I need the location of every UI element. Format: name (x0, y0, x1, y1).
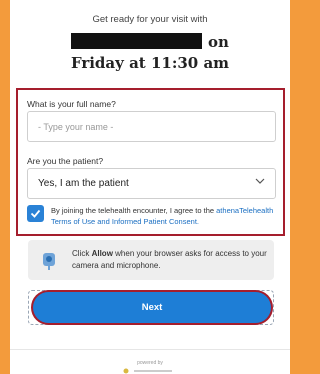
athena-logo-icon (123, 368, 172, 374)
form-section: What is your full name? - Type your name… (16, 88, 285, 236)
powered-by-text: powered by (137, 360, 163, 366)
next-button[interactable]: Next (33, 292, 271, 323)
telehealth-link[interactable]: athenaTelehealth (216, 206, 273, 215)
patient-label: Are you the patient? (27, 156, 104, 166)
full-name-placeholder: - Type your name - (38, 122, 114, 132)
chevron-down-icon (255, 178, 265, 184)
on-word: on (208, 33, 229, 51)
visit-headline: on Friday at 11:30 am (10, 32, 290, 74)
permission-text-allow: Allow (91, 249, 113, 258)
consent-text: By joining the telehealth encounter, I a… (51, 205, 276, 227)
permission-text-before: Click (72, 249, 90, 258)
permission-text: Click Allow when your browser asks for a… (72, 248, 270, 271)
terms-consent-link[interactable]: Terms of Use and Informed Patient Consen… (51, 217, 199, 226)
camera-permission-icon (43, 253, 55, 270)
patient-select[interactable]: Yes, I am the patient (27, 168, 276, 199)
full-name-input[interactable]: - Type your name - (27, 111, 276, 142)
redacted-provider-name (71, 33, 203, 49)
checkmark-icon (30, 209, 41, 218)
full-name-label: What is your full name? (27, 99, 116, 109)
consent-statement: By joining the telehealth encounter, I a… (51, 206, 215, 215)
permission-notice: Click Allow when your browser asks for a… (28, 240, 274, 280)
intro-text: Get ready for your visit with (92, 14, 208, 25)
patient-select-value: Yes, I am the patient (38, 178, 129, 189)
footer-divider (10, 349, 290, 350)
consent-checkbox[interactable] (27, 205, 44, 222)
visit-card: Get ready for your visit with on Friday … (10, 0, 290, 374)
visit-datetime: Friday at 11:30 am (70, 54, 230, 72)
